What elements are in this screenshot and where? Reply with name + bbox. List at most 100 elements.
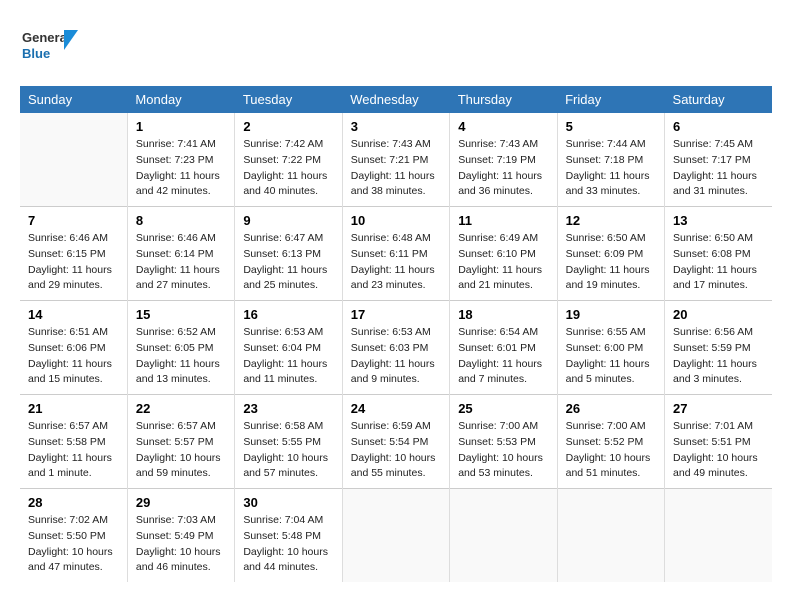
day-number: 14 (28, 307, 119, 322)
day-info: Sunrise: 6:55 AM Sunset: 6:00 PM Dayligh… (566, 325, 656, 388)
day-info: Sunrise: 6:51 AM Sunset: 6:06 PM Dayligh… (28, 325, 119, 388)
calendar-cell (450, 489, 557, 583)
sunset: Sunset: 6:05 PM (136, 342, 214, 354)
calendar-cell: 14 Sunrise: 6:51 AM Sunset: 6:06 PM Dayl… (20, 301, 127, 395)
sunset: Sunset: 6:01 PM (458, 342, 536, 354)
daylight: Daylight: 10 hours and 59 minutes. (136, 452, 221, 480)
svg-text:Blue: Blue (22, 46, 50, 61)
sunset: Sunset: 6:06 PM (28, 342, 106, 354)
sunset: Sunset: 5:54 PM (351, 436, 429, 448)
day-info: Sunrise: 6:48 AM Sunset: 6:11 PM Dayligh… (351, 231, 441, 294)
day-number: 21 (28, 401, 119, 416)
calendar-cell: 9 Sunrise: 6:47 AM Sunset: 6:13 PM Dayli… (235, 207, 342, 301)
sunrise: Sunrise: 7:43 AM (458, 138, 538, 150)
calendar-cell: 18 Sunrise: 6:54 AM Sunset: 6:01 PM Dayl… (450, 301, 557, 395)
day-info: Sunrise: 6:57 AM Sunset: 5:58 PM Dayligh… (28, 419, 119, 482)
calendar-week-row: 21 Sunrise: 6:57 AM Sunset: 5:58 PM Dayl… (20, 395, 772, 489)
calendar-cell: 24 Sunrise: 6:59 AM Sunset: 5:54 PM Dayl… (342, 395, 449, 489)
calendar-cell: 1 Sunrise: 7:41 AM Sunset: 7:23 PM Dayli… (127, 113, 234, 207)
day-info: Sunrise: 6:47 AM Sunset: 6:13 PM Dayligh… (243, 231, 333, 294)
calendar-cell: 6 Sunrise: 7:45 AM Sunset: 7:17 PM Dayli… (665, 113, 772, 207)
calendar-cell (20, 113, 127, 207)
day-info: Sunrise: 6:46 AM Sunset: 6:14 PM Dayligh… (136, 231, 226, 294)
day-number: 8 (136, 213, 226, 228)
daylight: Daylight: 10 hours and 46 minutes. (136, 546, 221, 574)
calendar-cell (342, 489, 449, 583)
sunset: Sunset: 6:10 PM (458, 248, 536, 260)
weekday-header: Sunday (20, 86, 127, 113)
calendar-cell: 11 Sunrise: 6:49 AM Sunset: 6:10 PM Dayl… (450, 207, 557, 301)
calendar-cell: 30 Sunrise: 7:04 AM Sunset: 5:48 PM Dayl… (235, 489, 342, 583)
calendar-cell: 23 Sunrise: 6:58 AM Sunset: 5:55 PM Dayl… (235, 395, 342, 489)
daylight: Daylight: 11 hours and 15 minutes. (28, 358, 112, 386)
day-info: Sunrise: 6:52 AM Sunset: 6:05 PM Dayligh… (136, 325, 226, 388)
calendar-table: SundayMondayTuesdayWednesdayThursdayFrid… (20, 86, 772, 582)
day-number: 4 (458, 119, 548, 134)
sunrise: Sunrise: 6:46 AM (28, 232, 108, 244)
day-number: 24 (351, 401, 441, 416)
sunrise: Sunrise: 6:53 AM (243, 326, 323, 338)
logo: General Blue (20, 20, 80, 70)
calendar-week-row: 7 Sunrise: 6:46 AM Sunset: 6:15 PM Dayli… (20, 207, 772, 301)
daylight: Daylight: 10 hours and 53 minutes. (458, 452, 543, 480)
day-number: 12 (566, 213, 656, 228)
sunrise: Sunrise: 7:45 AM (673, 138, 753, 150)
calendar-cell: 7 Sunrise: 6:46 AM Sunset: 6:15 PM Dayli… (20, 207, 127, 301)
sunrise: Sunrise: 6:50 AM (566, 232, 646, 244)
sunrise: Sunrise: 7:00 AM (458, 420, 538, 432)
day-info: Sunrise: 7:00 AM Sunset: 5:53 PM Dayligh… (458, 419, 548, 482)
daylight: Daylight: 10 hours and 49 minutes. (673, 452, 758, 480)
daylight: Daylight: 11 hours and 29 minutes. (28, 264, 112, 292)
day-info: Sunrise: 7:45 AM Sunset: 7:17 PM Dayligh… (673, 137, 764, 200)
sunrise: Sunrise: 7:00 AM (566, 420, 646, 432)
sunset: Sunset: 6:14 PM (136, 248, 214, 260)
calendar-week-row: 1 Sunrise: 7:41 AM Sunset: 7:23 PM Dayli… (20, 113, 772, 207)
sunset: Sunset: 7:23 PM (136, 154, 214, 166)
day-number: 19 (566, 307, 656, 322)
day-number: 6 (673, 119, 764, 134)
day-number: 26 (566, 401, 656, 416)
day-info: Sunrise: 6:49 AM Sunset: 6:10 PM Dayligh… (458, 231, 548, 294)
day-number: 2 (243, 119, 333, 134)
day-number: 1 (136, 119, 226, 134)
sunset: Sunset: 7:22 PM (243, 154, 321, 166)
calendar-cell (557, 489, 664, 583)
day-number: 23 (243, 401, 333, 416)
weekday-header: Thursday (450, 86, 557, 113)
sunset: Sunset: 7:21 PM (351, 154, 429, 166)
sunset: Sunset: 6:13 PM (243, 248, 321, 260)
day-number: 5 (566, 119, 656, 134)
day-info: Sunrise: 6:53 AM Sunset: 6:04 PM Dayligh… (243, 325, 333, 388)
day-number: 22 (136, 401, 226, 416)
day-number: 16 (243, 307, 333, 322)
day-info: Sunrise: 7:04 AM Sunset: 5:48 PM Dayligh… (243, 513, 333, 576)
sunset: Sunset: 7:17 PM (673, 154, 751, 166)
calendar-cell: 10 Sunrise: 6:48 AM Sunset: 6:11 PM Dayl… (342, 207, 449, 301)
sunset: Sunset: 6:00 PM (566, 342, 644, 354)
sunset: Sunset: 6:04 PM (243, 342, 321, 354)
day-info: Sunrise: 7:02 AM Sunset: 5:50 PM Dayligh… (28, 513, 119, 576)
sunrise: Sunrise: 6:57 AM (136, 420, 216, 432)
day-number: 20 (673, 307, 764, 322)
daylight: Daylight: 11 hours and 13 minutes. (136, 358, 220, 386)
day-info: Sunrise: 6:53 AM Sunset: 6:03 PM Dayligh… (351, 325, 441, 388)
weekday-header: Saturday (665, 86, 772, 113)
day-number: 11 (458, 213, 548, 228)
sunrise: Sunrise: 7:01 AM (673, 420, 753, 432)
calendar-cell: 29 Sunrise: 7:03 AM Sunset: 5:49 PM Dayl… (127, 489, 234, 583)
day-number: 27 (673, 401, 764, 416)
day-number: 7 (28, 213, 119, 228)
day-number: 13 (673, 213, 764, 228)
sunrise: Sunrise: 6:52 AM (136, 326, 216, 338)
day-info: Sunrise: 6:50 AM Sunset: 6:09 PM Dayligh… (566, 231, 656, 294)
sunrise: Sunrise: 7:43 AM (351, 138, 431, 150)
calendar-cell: 28 Sunrise: 7:02 AM Sunset: 5:50 PM Dayl… (20, 489, 127, 583)
day-info: Sunrise: 7:03 AM Sunset: 5:49 PM Dayligh… (136, 513, 226, 576)
day-info: Sunrise: 6:57 AM Sunset: 5:57 PM Dayligh… (136, 419, 226, 482)
day-info: Sunrise: 7:42 AM Sunset: 7:22 PM Dayligh… (243, 137, 333, 200)
sunset: Sunset: 5:52 PM (566, 436, 644, 448)
daylight: Daylight: 11 hours and 27 minutes. (136, 264, 220, 292)
sunset: Sunset: 5:57 PM (136, 436, 214, 448)
sunrise: Sunrise: 6:57 AM (28, 420, 108, 432)
day-info: Sunrise: 6:54 AM Sunset: 6:01 PM Dayligh… (458, 325, 548, 388)
